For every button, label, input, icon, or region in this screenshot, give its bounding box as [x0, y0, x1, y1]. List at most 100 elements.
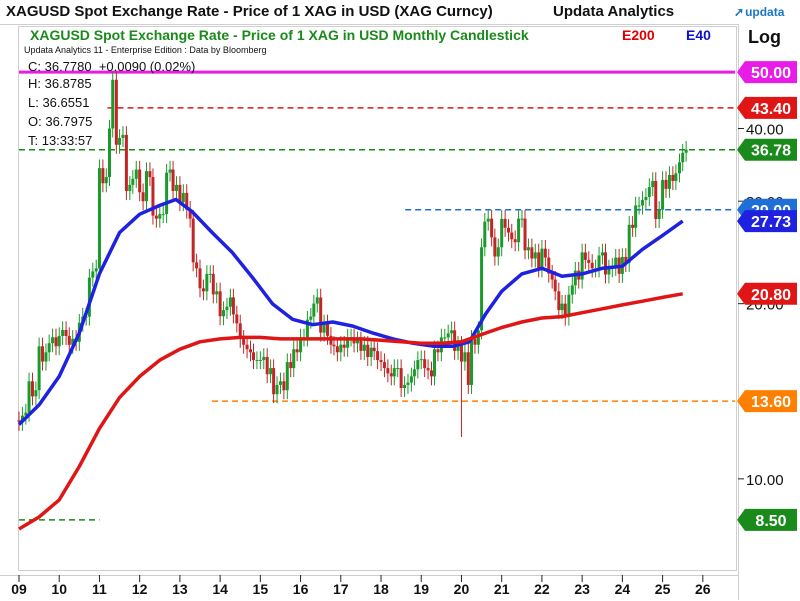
- candle-body: [141, 192, 145, 202]
- candle-body: [201, 288, 205, 292]
- candle-body: [412, 369, 416, 377]
- candle-body: [67, 335, 71, 345]
- candle-body: [466, 352, 470, 385]
- candle-body: [426, 368, 430, 371]
- candle-body: [181, 192, 185, 203]
- candle-body: [443, 337, 447, 339]
- candle-body: [637, 205, 641, 207]
- candle-body: [533, 252, 537, 259]
- legend-e200: E200: [622, 27, 655, 43]
- legend-e40: E40: [686, 27, 711, 43]
- candle-body: [463, 352, 467, 362]
- candle-body: [423, 359, 427, 369]
- candle-body: [94, 268, 98, 272]
- readout-low: L: 36.6551: [28, 95, 90, 110]
- price-label-text: 50.00: [751, 65, 791, 82]
- candle-body: [409, 376, 413, 383]
- candle-body: [490, 218, 494, 238]
- candle-body: [600, 252, 604, 256]
- candle-body: [124, 134, 128, 192]
- chart-title: XAGUSD Spot Exchange Rate - Price of 1 X…: [30, 27, 529, 43]
- candle-body: [335, 346, 339, 353]
- candle-body: [312, 303, 316, 317]
- candle-body: [205, 273, 209, 292]
- edition-text: Updata Analytics 11 - Enterprise Edition…: [24, 45, 267, 55]
- price-label-20-8: 20.80: [737, 282, 797, 305]
- candle-body: [41, 346, 45, 362]
- candle-body: [500, 218, 504, 248]
- candle-body: [459, 344, 463, 362]
- candle-body: [553, 279, 557, 292]
- candle-body: [369, 347, 373, 357]
- y-tick-label: 10.00: [746, 472, 784, 489]
- candle-body: [138, 169, 142, 193]
- candle-body: [275, 384, 279, 395]
- readout-close: C: 36.7780 +0.0090 (0.02%): [28, 59, 195, 74]
- x-tick-label: 23: [574, 581, 590, 597]
- candle-body: [258, 359, 262, 361]
- candle-body: [557, 291, 561, 311]
- candle-body: [603, 252, 607, 275]
- candle-body: [627, 224, 631, 263]
- candle-body: [513, 239, 517, 243]
- log-scale-label[interactable]: Log: [748, 27, 781, 48]
- candle-body: [309, 316, 313, 320]
- x-tick-label: 22: [534, 581, 550, 597]
- candle-body: [540, 248, 544, 269]
- price-label-43-4: 43.40: [737, 96, 797, 119]
- candle-body: [537, 252, 541, 269]
- readout-high: H: 36.8785: [28, 76, 92, 91]
- candle-body: [590, 262, 594, 269]
- y-tick-label: 40.00: [746, 121, 784, 138]
- candle-body: [265, 356, 269, 375]
- x-tick-label: 25: [655, 581, 671, 597]
- candle-body: [366, 344, 370, 357]
- candle-body: [131, 178, 135, 185]
- candle-body: [647, 187, 651, 198]
- candle-body: [108, 128, 112, 178]
- candle-body: [396, 368, 400, 370]
- candle-body: [419, 359, 423, 361]
- candle-body: [114, 79, 118, 145]
- candle-body: [91, 271, 95, 278]
- x-tick-label: 19: [413, 581, 429, 597]
- candle-body: [446, 333, 450, 338]
- candle-body: [228, 297, 232, 307]
- x-tick-label: 20: [454, 581, 470, 597]
- candle-body: [503, 218, 507, 228]
- candle-body: [661, 179, 665, 210]
- chart-window: XAGUSD Spot Exchange Rate - Price of 1 X…: [0, 0, 800, 601]
- candle-body: [235, 314, 239, 324]
- candle-body: [382, 362, 386, 369]
- readout-time: T: 13:33:57: [28, 133, 93, 148]
- candle-body: [282, 381, 286, 391]
- candle-body: [667, 174, 671, 189]
- candle-body: [372, 347, 376, 352]
- x-tick-label: 11: [92, 581, 107, 597]
- candle-body: [450, 330, 454, 334]
- candle-body: [597, 255, 601, 269]
- price-label-text: 27.73: [751, 214, 791, 231]
- candle-body: [631, 224, 635, 228]
- candle-body: [47, 343, 51, 353]
- x-tick-label: 10: [51, 581, 67, 597]
- candle-body: [436, 349, 440, 353]
- candle-body: [208, 273, 212, 275]
- candle-body: [326, 323, 330, 336]
- candle-body: [118, 137, 122, 145]
- candle-body: [654, 180, 658, 220]
- candle-body: [242, 338, 246, 345]
- candle-body: [677, 162, 681, 174]
- candle-body: [174, 184, 178, 192]
- price-label-8-5: 8.50: [737, 508, 797, 531]
- candle-body: [252, 352, 256, 361]
- candle-body: [225, 306, 229, 311]
- candle-body: [493, 237, 497, 257]
- candle-body: [376, 351, 380, 361]
- candle-body: [231, 297, 235, 315]
- candle-body: [158, 214, 162, 219]
- candle-body: [560, 303, 564, 311]
- candle-body: [104, 177, 108, 184]
- candle-body: [289, 362, 293, 369]
- x-tick-label: 21: [494, 581, 510, 597]
